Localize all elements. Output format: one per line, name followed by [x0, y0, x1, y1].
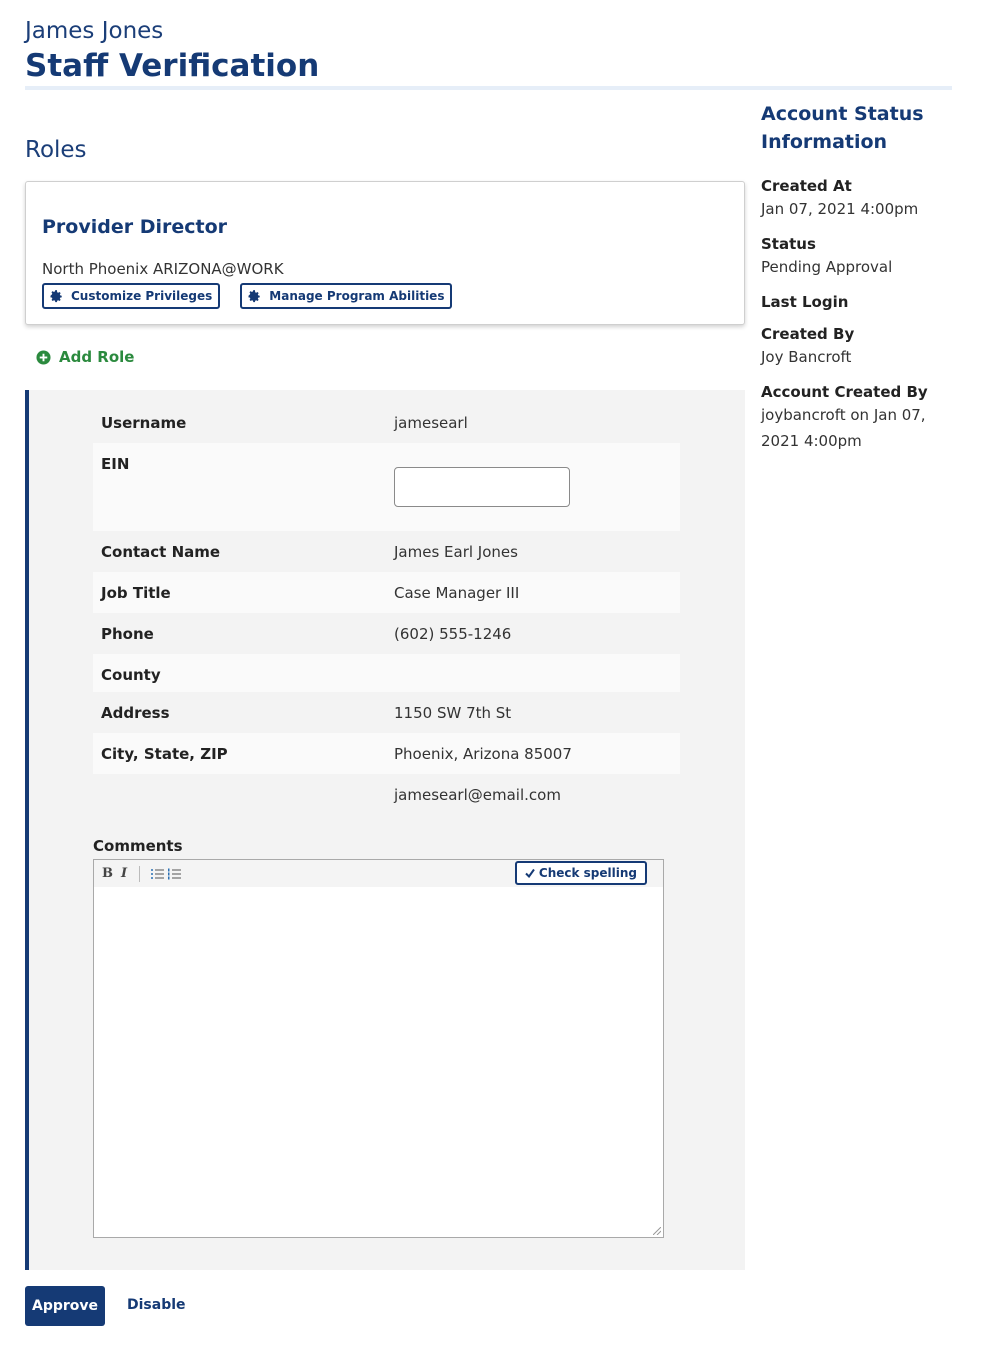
status-item-created-at: Created At Jan 07, 2021 4:00pm — [761, 176, 951, 222]
detail-value: 1150 SW 7th St — [394, 704, 512, 722]
customize-privileges-label: Customize Privileges — [71, 289, 213, 303]
plus-circle-icon — [36, 349, 51, 365]
status-item-last-login: Last Login — [761, 292, 951, 312]
comments-label: Comments — [93, 837, 183, 855]
add-role-label: Add Role — [59, 348, 135, 366]
status-label: Created At — [761, 177, 852, 195]
detail-label: Phone — [101, 625, 154, 643]
status-item-status: Status Pending Approval — [761, 234, 951, 280]
account-status-sidebar: Account Status Information Created At Ja… — [761, 100, 951, 454]
detail-label: Address — [101, 704, 170, 722]
check-spelling-label: Check spelling — [538, 866, 637, 880]
detail-label: EIN — [101, 455, 130, 473]
detail-value — [394, 455, 570, 507]
detail-label: Job Title — [101, 584, 171, 602]
page-title: Staff Verification — [25, 48, 320, 84]
detail-row-city-state-zip: City, State, ZIP Phoenix, Arizona 85007 — [93, 733, 680, 774]
bullet-list-icon[interactable] — [150, 867, 165, 881]
detail-row-phone: Phone (602) 555-1246 — [93, 613, 680, 654]
numbered-list-icon[interactable] — [167, 867, 182, 881]
italic-button[interactable]: I — [121, 866, 127, 881]
status-label: Created By — [761, 325, 855, 343]
manage-program-abilities-label: Manage Program Abilities — [269, 289, 445, 303]
customize-privileges-button[interactable]: Customize Privileges — [42, 283, 221, 309]
detail-value: (602) 555-1246 — [394, 625, 512, 643]
resize-grip-icon[interactable] — [653, 1227, 661, 1235]
detail-value: James Earl Jones — [394, 543, 518, 561]
disable-link[interactable]: Disable — [127, 1297, 186, 1313]
detail-value: Case Manager III — [394, 584, 520, 602]
detail-value: jamesearl@email.com — [394, 786, 561, 804]
detail-value: Phoenix, Arizona 85007 — [394, 745, 572, 763]
comments-textarea[interactable] — [94, 887, 663, 1237]
detail-row-ein: EIN — [93, 443, 680, 531]
header-divider — [25, 86, 952, 90]
check-spelling-button[interactable]: Check spelling — [514, 861, 647, 885]
sidebar-title: Account Status Information — [761, 103, 924, 153]
add-role-button[interactable]: Add Role — [36, 348, 134, 366]
status-value: joybancroft on Jan 07, 2021 4:00pm — [761, 406, 926, 450]
detail-row-address: Address 1150 SW 7th St — [93, 692, 680, 733]
status-item-account-created-by: Account Created By joybancroft on Jan 07… — [761, 382, 951, 454]
detail-row-job-title: Job Title Case Manager III — [93, 572, 680, 613]
ein-input[interactable] — [394, 467, 570, 507]
toolbar-separator — [139, 865, 141, 882]
gear-icon — [248, 289, 260, 302]
page-header: James Jones Staff Verification — [25, 16, 952, 86]
status-item-created-by: Created By Joy Bancroft — [761, 324, 951, 370]
detail-label: County — [101, 666, 161, 684]
detail-row-username: Username jamesearl — [93, 402, 680, 443]
editor-toolbar: B I Check spelling — [94, 860, 663, 887]
person-name: James Jones — [25, 18, 164, 44]
detail-label: Username — [101, 414, 187, 432]
role-location: North Phoenix ARIZONA@WORK — [42, 260, 284, 278]
detail-label: City, State, ZIP — [101, 745, 228, 763]
detail-value: jamesearl — [394, 414, 468, 432]
status-label: Account Created By — [761, 383, 928, 401]
status-value: Jan 07, 2021 4:00pm — [761, 200, 919, 218]
role-title: Provider Director — [42, 216, 228, 238]
manage-program-abilities-button[interactable]: Manage Program Abilities — [240, 283, 453, 309]
details-panel: Username jamesearl EIN Contact Name Jame… — [25, 390, 745, 1270]
role-card: Provider Director North Phoenix ARIZONA@… — [25, 181, 745, 325]
roles-heading: Roles — [25, 137, 87, 163]
bold-button[interactable]: B — [102, 866, 113, 881]
status-label: Status — [761, 235, 816, 253]
approve-button[interactable]: Approve — [25, 1286, 105, 1326]
detail-row-email: jamesearl@email.com — [93, 774, 680, 815]
role-actions: Customize Privileges Manage Program Abil… — [42, 283, 453, 309]
status-label: Last Login — [761, 293, 849, 311]
gear-icon — [50, 289, 62, 302]
detail-row-county: County — [93, 654, 680, 692]
main-content: Roles Provider Director North Phoenix AR… — [25, 130, 745, 1270]
details-table: Username jamesearl EIN Contact Name Jame… — [93, 402, 680, 815]
comments-editor: B I Check spelling — [93, 859, 664, 1238]
checkmark-icon — [525, 868, 535, 878]
status-value: Pending Approval — [761, 258, 893, 276]
detail-label: Contact Name — [101, 543, 221, 561]
detail-row-contact-name: Contact Name James Earl Jones — [93, 531, 680, 572]
status-value: Joy Bancroft — [761, 348, 852, 366]
